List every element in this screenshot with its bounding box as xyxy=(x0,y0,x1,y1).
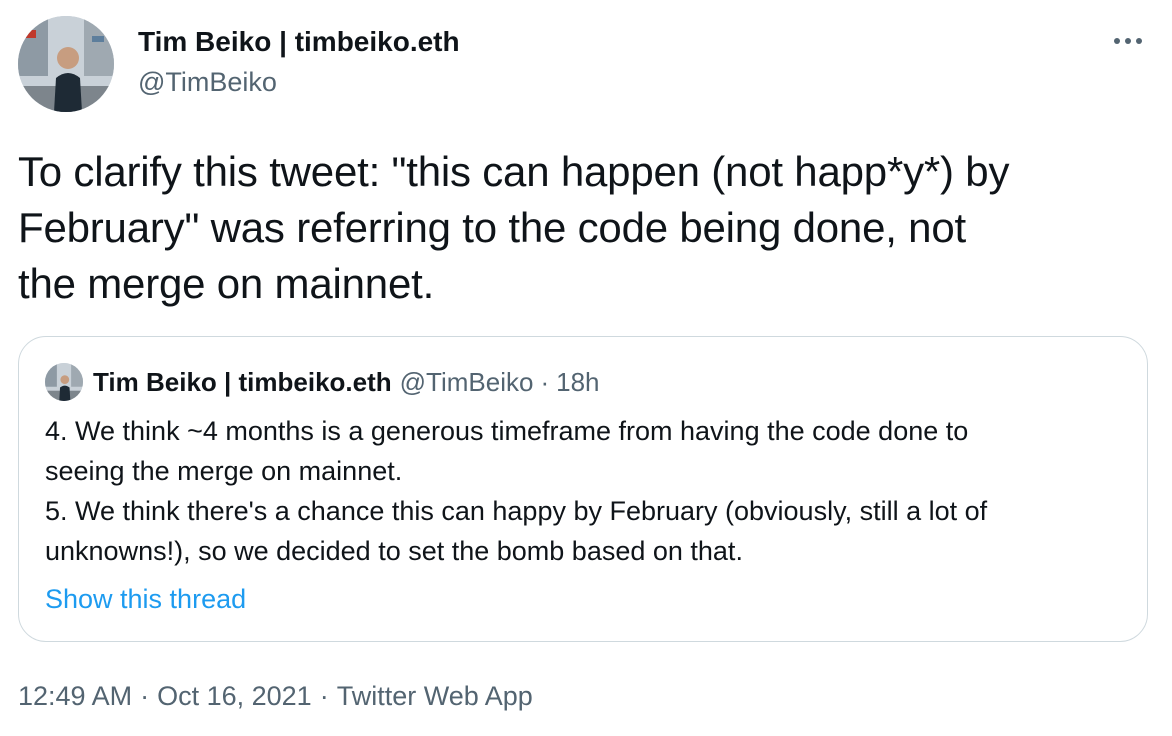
author-avatar[interactable] xyxy=(18,16,114,112)
meta-separator: · xyxy=(140,681,150,711)
quoted-timestamp: 18h xyxy=(556,366,600,397)
meta-separator: · xyxy=(319,681,329,711)
tweet-text: To clarify this tweet: "this can happen … xyxy=(18,148,1010,307)
more-horizontal-icon xyxy=(1114,38,1120,44)
avatar-photo xyxy=(18,16,114,112)
tweet-time-link[interactable]: 12:49 AM xyxy=(18,681,132,711)
more-horizontal-icon-dot xyxy=(1136,38,1142,44)
more-options-button[interactable] xyxy=(1108,26,1148,56)
tweet-date-link[interactable]: Oct 16, 2021 xyxy=(157,681,312,711)
quoted-separator: · xyxy=(540,366,550,397)
tweet-metadata: 12:49 AM · Oct 16, 2021 · Twitter Web App xyxy=(18,676,533,716)
quoted-author-handle: @TimBeiko xyxy=(399,366,534,397)
quoted-author-name: Tim Beiko | timbeiko.eth xyxy=(93,366,392,397)
author-handle[interactable]: @TimBeiko xyxy=(138,64,460,100)
show-thread-link[interactable]: Show this thread xyxy=(45,579,246,619)
quoted-tweet-header: Tim Beiko | timbeiko.eth @TimBeiko · 18h xyxy=(45,363,600,401)
quoted-tweet-text: 4. We think ~4 months is a generous time… xyxy=(45,416,988,566)
more-horizontal-icon-dot xyxy=(1125,38,1131,44)
author-block: Tim Beiko | timbeiko.eth @TimBeiko xyxy=(138,24,460,100)
author-name[interactable]: Tim Beiko | timbeiko.eth xyxy=(138,24,460,60)
quoted-avatar-photo xyxy=(45,363,83,401)
tweet-source-link[interactable]: Twitter Web App xyxy=(337,681,533,711)
quoted-author-avatar xyxy=(45,363,83,401)
quoted-tweet-card[interactable]: Tim Beiko | timbeiko.eth @TimBeiko · 18h… xyxy=(18,336,1148,642)
